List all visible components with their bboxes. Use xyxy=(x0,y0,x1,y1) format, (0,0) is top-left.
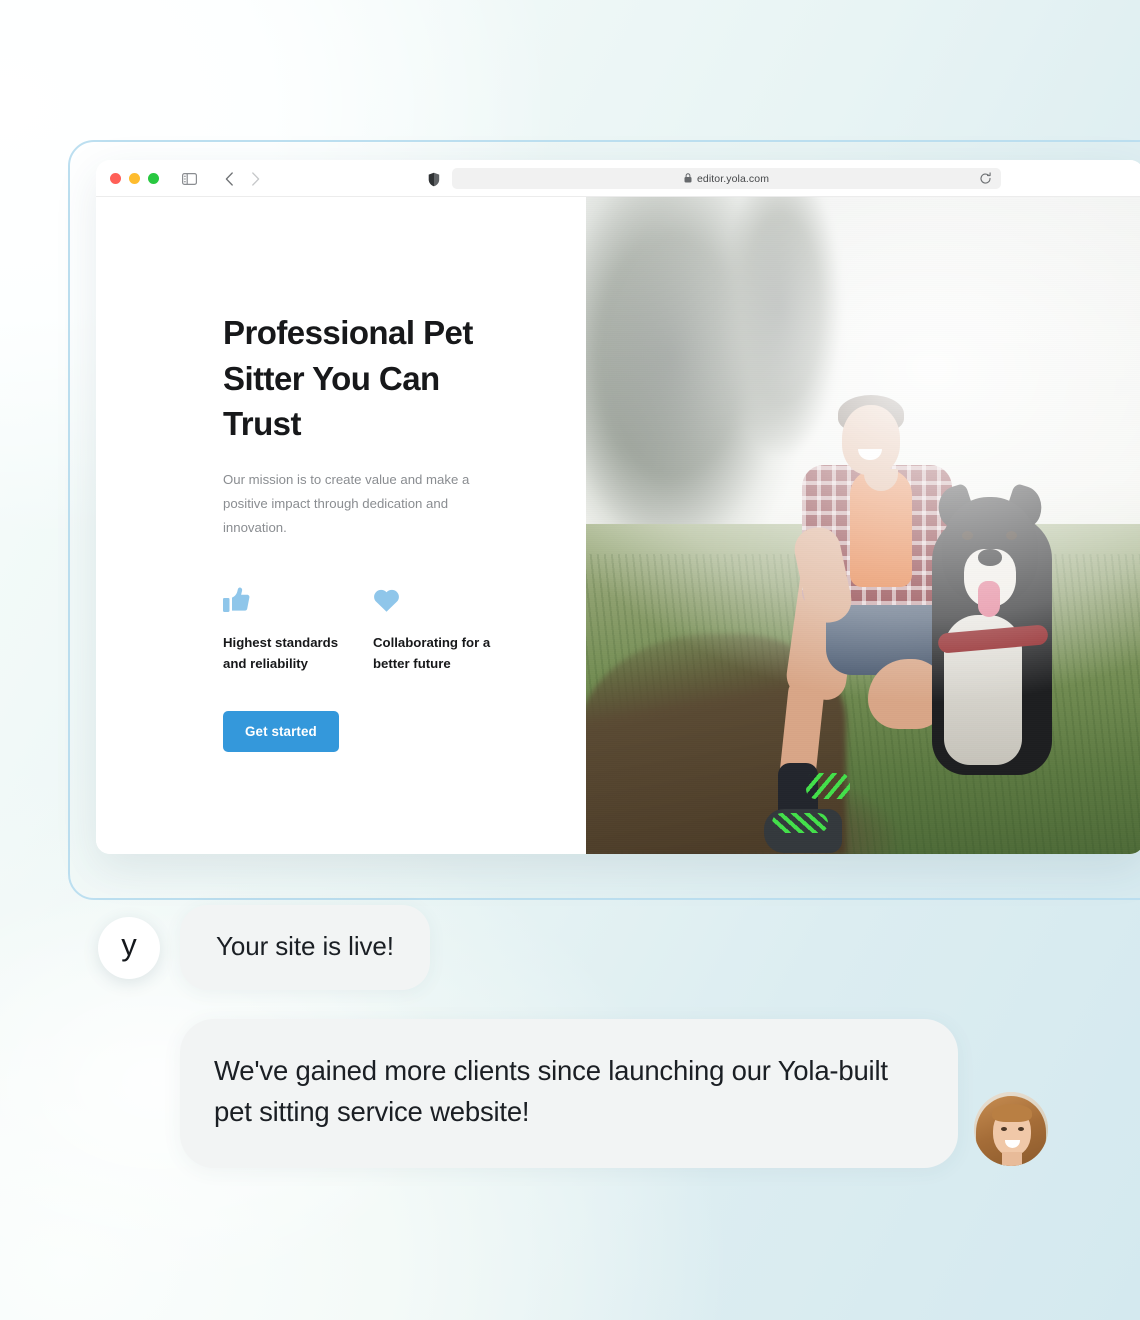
website-preview: Professional Pet Sitter You Can Trust Ou… xyxy=(96,197,1140,854)
browser-chrome-bar: editor.yola.com xyxy=(96,160,1140,197)
hero-text-column: Professional Pet Sitter You Can Trust Ou… xyxy=(96,197,586,854)
page-title: Professional Pet Sitter You Can Trust xyxy=(223,314,473,443)
chevron-right-icon[interactable] xyxy=(245,169,265,189)
address-bar[interactable]: editor.yola.com xyxy=(452,168,1001,189)
url-text: editor.yola.com xyxy=(696,172,770,185)
feature-label: Collaborating for a better future xyxy=(373,634,491,672)
minimize-window-button[interactable] xyxy=(129,173,140,184)
shield-privacy-icon[interactable] xyxy=(424,169,444,189)
traffic-light-buttons[interactable] xyxy=(110,173,159,184)
feature-item: Highest standards and reliability xyxy=(223,583,373,675)
hero-photo xyxy=(586,197,1140,854)
chat-message-text: Your site is live! xyxy=(216,931,394,961)
close-window-button[interactable] xyxy=(110,173,121,184)
hero-image xyxy=(586,197,1140,854)
chat-bubble-testimonial: We've gained more clients since launchin… xyxy=(180,1019,958,1169)
heart-icon xyxy=(373,583,523,613)
chat-message-text: We've gained more clients since launchin… xyxy=(214,1055,888,1127)
thumbs-up-icon xyxy=(223,583,373,613)
browser-window: editor.yola.com Professional Pet Sitter … xyxy=(96,160,1140,854)
maximize-window-button[interactable] xyxy=(148,173,159,184)
avatar-eye-left xyxy=(1001,1127,1007,1131)
feature-label: Highest standards and reliability xyxy=(223,634,339,672)
avatar-fringe xyxy=(992,1104,1032,1122)
lock-icon xyxy=(684,170,692,188)
reload-icon[interactable] xyxy=(979,172,992,190)
hero-subcopy: Our mission is to create value and make … xyxy=(223,471,470,535)
feature-item: Collaborating for a better future xyxy=(373,583,523,675)
avatar-neck xyxy=(1002,1152,1022,1166)
sidebar-toggle-icon[interactable] xyxy=(179,169,199,189)
photo-grain xyxy=(586,197,1140,854)
avatar-eye-right xyxy=(1018,1127,1024,1131)
chat-bubble-status: Your site is live! xyxy=(180,905,430,990)
feature-list: Highest standards and reliability Collab… xyxy=(223,583,523,675)
chevron-left-icon[interactable] xyxy=(219,169,239,189)
get-started-button[interactable]: Get started xyxy=(223,711,339,753)
yola-logo-avatar: y xyxy=(98,916,160,979)
chat-row-first: y Your site is live! xyxy=(98,905,430,990)
hero-copy: Professional Pet Sitter You Can Trust Ou… xyxy=(223,310,523,753)
reviewer-avatar xyxy=(974,1092,1048,1166)
